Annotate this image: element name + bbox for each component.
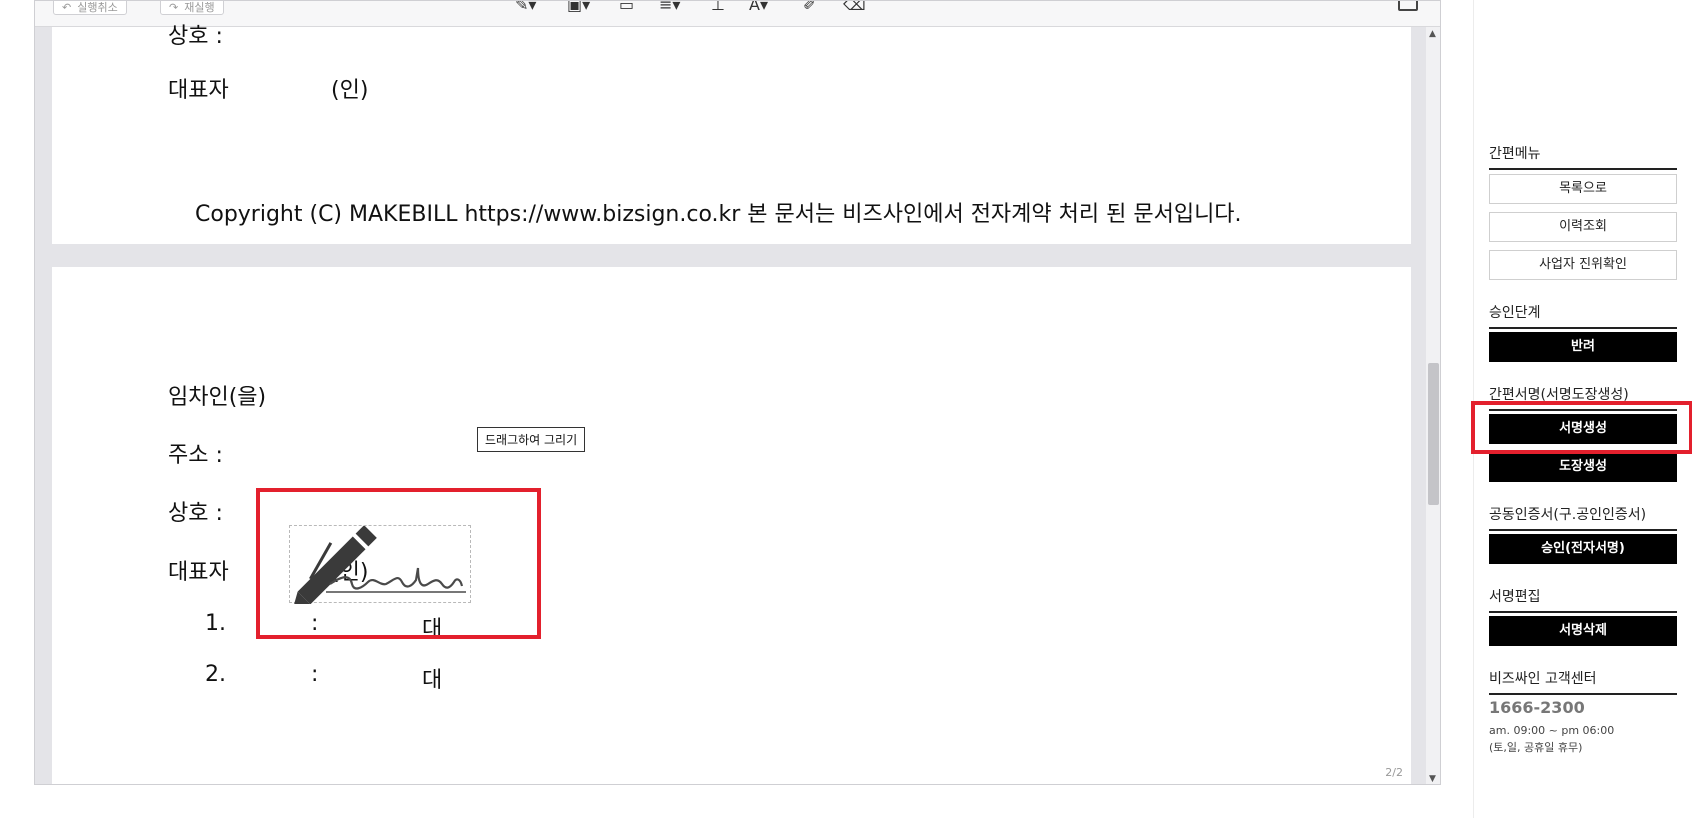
copyright-text: Copyright (C) MAKEBILL https://www.bizsi… (195, 202, 1242, 227)
history-button[interactable]: 이력조회 (1489, 212, 1677, 242)
representative-label: 대표자 (168, 560, 229, 585)
redo-icon: ↷ (169, 1, 179, 14)
item-value: 대 (422, 668, 443, 693)
certificate-title: 공동인증서(구.공인인증서) (1489, 504, 1677, 531)
create-stamp-button[interactable]: 도장생성 (1489, 452, 1677, 482)
item-number: 2. (205, 662, 226, 687)
business-verify-button[interactable]: 사업자 진위확인 (1489, 250, 1677, 280)
support-holidays: (토,일, 공휴일 휴무) (1489, 741, 1583, 754)
redo-button[interactable]: ↷ 재실행 (160, 1, 224, 15)
panel-toggle-icon[interactable] (1398, 1, 1418, 11)
representative-label: 대표자 (168, 78, 229, 103)
viewer-toolbar: ↶ 실행취소 ↷ 재실행 ✎▾ ▣▾ ▭ ≡▾ ⊥ A▾ ✐ ⌫ (35, 1, 1440, 27)
page-indicator: 2/2 (1385, 766, 1403, 779)
scroll-down-icon[interactable]: ▼ (1429, 774, 1436, 784)
support-phone: 1666-2300 (1489, 698, 1585, 717)
lessee-label: 임차인(을) (168, 385, 267, 410)
pen-tool-icon[interactable]: ✎▾ (515, 1, 536, 14)
item-colon: : (311, 662, 319, 687)
approval-step-title: 승인단계 (1489, 302, 1677, 329)
undo-button[interactable]: ↶ 실행취소 (53, 1, 127, 15)
eraser-tool-icon[interactable]: ⌫ (843, 1, 866, 14)
support-hours: am. 09:00 ~ pm 06:00 (1489, 724, 1615, 737)
scrollbar-thumb[interactable] (1428, 363, 1439, 505)
side-panel: 간편메뉴 목록으로 이력조회 사업자 진위확인 승인단계 반려 간편서명(서명도… (1471, 0, 1692, 818)
quick-menu-title: 간편메뉴 (1489, 143, 1677, 170)
support-hours-block: am. 09:00 ~ pm 06:00 (토,일, 공휴일 휴무) (1489, 722, 1614, 756)
signature-tool-icon[interactable]: ✐ (803, 1, 816, 14)
document-page-2: 임차인(을) 주소 : 상호 : 대표자 (인) 1. : 대 2. : 대 드… (52, 267, 1411, 784)
delete-signature-button[interactable]: 서명삭제 (1489, 616, 1677, 646)
approve-esign-button[interactable]: 승인(전자서명) (1489, 534, 1677, 564)
company-label: 상호 : (168, 24, 223, 49)
back-to-list-button[interactable]: 목록으로 (1489, 174, 1677, 204)
create-signature-highlight-box (1471, 401, 1692, 454)
address-label: 주소 : (168, 443, 223, 468)
undo-icon: ↶ (62, 1, 72, 14)
stamp-tool-icon[interactable]: ⊥ (711, 1, 725, 14)
drag-to-draw-tooltip: 드래그하여 그리기 (477, 427, 586, 452)
item-number: 1. (205, 611, 226, 636)
support-center-title: 비즈싸인 고객센터 (1489, 668, 1677, 695)
document-page-1: 상호 : 대표자 (인) Copyright (C) MAKEBILL http… (52, 24, 1411, 244)
text-box-tool-icon[interactable]: ▣▾ (567, 1, 590, 14)
document-viewer: ↶ 실행취소 ↷ 재실행 ✎▾ ▣▾ ▭ ≡▾ ⊥ A▾ ✐ ⌫ 상호 : 대표자 … (34, 0, 1441, 785)
font-tool-icon[interactable]: A▾ (749, 1, 768, 14)
scroll-up-icon[interactable]: ▲ (1429, 29, 1436, 39)
reject-button[interactable]: 반려 (1489, 332, 1677, 362)
vertical-scrollbar[interactable]: ▲ ▼ (1426, 27, 1440, 784)
seal-label: (인) (331, 78, 369, 103)
company-label: 상호 : (168, 501, 223, 526)
signature-highlight-box (256, 488, 541, 639)
comment-tool-icon[interactable]: ▭ (619, 1, 634, 14)
underline-tool-icon[interactable]: ≡▾ (659, 1, 680, 14)
signature-edit-title: 서명편집 (1489, 586, 1677, 613)
